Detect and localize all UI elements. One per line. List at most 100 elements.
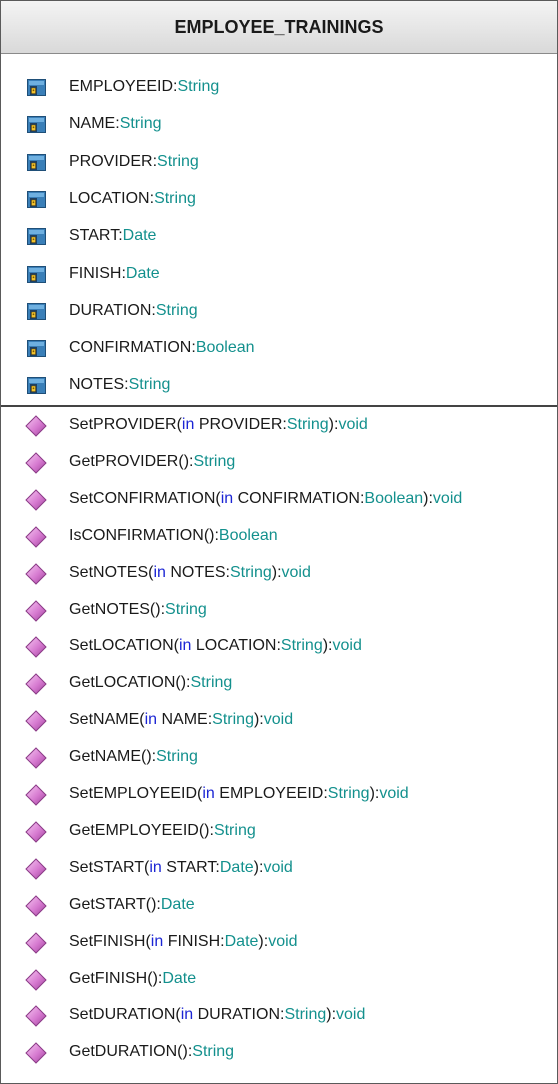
param-direction: in: [149, 858, 162, 876]
attribute-name: EMPLOYEEID: [69, 78, 174, 95]
public-method-icon: [25, 894, 47, 917]
public-method-icon: [25, 562, 47, 585]
attribute-text: EMPLOYEEID:String: [69, 69, 219, 105]
attribute-name: LOCATION: [69, 189, 150, 207]
public-method-icon: [25, 858, 47, 880]
operation-signature: SetDURATION(in DURATION:String):void: [69, 997, 365, 1033]
attribute-type: String: [177, 78, 220, 95]
attribute-row[interactable]: EMPLOYEEID:String: [1, 69, 557, 105]
return-type: String: [190, 674, 233, 692]
attribute-type: String: [157, 152, 199, 170]
operation-name: SetSTART: [69, 858, 144, 876]
param-direction: in: [181, 416, 195, 433]
attribute-text: PROVIDER:String: [69, 144, 199, 180]
operation-row[interactable]: SetLOCATION(in LOCATION:String):void: [1, 628, 557, 664]
uml-class-box[interactable]: EMPLOYEE_TRAININGS EMPLOYEEID:String NAME…: [0, 0, 558, 1084]
param-type: String: [286, 416, 329, 433]
operation-row[interactable]: SetFINISH(in FINISH:Date):void: [1, 924, 557, 960]
operation-row[interactable]: GetNAME():String: [1, 739, 557, 775]
attribute-row[interactable]: PROVIDER:String: [1, 144, 557, 180]
attribute-name: DURATION: [69, 301, 152, 319]
attribute-type: String: [155, 301, 198, 319]
operation-row[interactable]: GetSTART():Date: [1, 887, 557, 923]
param-type: String: [284, 1006, 327, 1024]
public-method-icon: [25, 931, 47, 954]
attribute-text: NOTES:String: [69, 367, 170, 403]
public-method-icon: [25, 710, 47, 732]
param-direction: in: [180, 1006, 194, 1024]
param-name: NAME: [161, 711, 208, 729]
private-field-icon: [27, 79, 46, 96]
operation-row[interactable]: GetDURATION():String: [1, 1034, 557, 1070]
public-method-icon: [25, 747, 47, 769]
public-method-icon: [25, 489, 47, 511]
operation-row[interactable]: SetSTART(in START:Date):void: [1, 850, 557, 886]
return-type: Boolean: [218, 526, 278, 544]
attribute-row[interactable]: START:Date: [1, 218, 557, 254]
param-direction: in: [178, 637, 192, 655]
public-method-icon: [25, 525, 47, 548]
private-field-icon: [27, 302, 46, 320]
return-type: String: [165, 600, 207, 618]
operation-row[interactable]: SetDURATION(in DURATION:String):void: [1, 997, 557, 1033]
param-direction: in: [153, 563, 166, 581]
class-name: EMPLOYEE_TRAININGS: [1, 1, 557, 54]
operation-signature: GetFINISH():Date: [69, 961, 196, 997]
private-field-icon: [27, 190, 46, 208]
return-type: void: [263, 711, 294, 729]
attribute-name: NAME: [69, 115, 116, 133]
param-type: String: [280, 637, 323, 655]
operation-row[interactable]: GetLOCATION():String: [1, 665, 557, 701]
private-field-icon: [27, 265, 46, 283]
public-method-icon: [25, 1005, 47, 1028]
operation-signature: GetSTART():Date: [69, 887, 195, 923]
operation-signature: GetPROVIDER():String: [69, 444, 235, 480]
attribute-row[interactable]: CONFIRMATION:Boolean: [1, 330, 557, 366]
return-type: void: [336, 1006, 366, 1024]
param-name: FINISH: [167, 932, 221, 950]
private-field-icon: [27, 153, 46, 171]
attribute-type: String: [154, 189, 196, 207]
operation-row[interactable]: GetPROVIDER():String: [1, 444, 557, 480]
attribute-type: Boolean: [195, 339, 255, 357]
operation-row[interactable]: SetPROVIDER(in PROVIDER:String):void: [1, 407, 557, 443]
operation-signature: SetSTART(in START:Date):void: [69, 850, 293, 886]
public-method-icon: [25, 784, 47, 806]
operation-signature: SetEMPLOYEEID(in EMPLOYEEID:String):void: [69, 776, 409, 812]
operation-row[interactable]: SetCONFIRMATION(in CONFIRMATION:Boolean)…: [1, 481, 557, 517]
public-method-icon: [25, 599, 47, 622]
operation-name: SetFINISH: [69, 932, 146, 950]
param-name: EMPLOYEEID: [219, 785, 324, 802]
return-type: void: [268, 932, 298, 950]
operation-signature: IsCONFIRMATION():Boolean: [69, 518, 278, 554]
attribute-row[interactable]: LOCATION:String: [1, 181, 557, 217]
attribute-row[interactable]: DURATION:String: [1, 293, 557, 329]
operation-row[interactable]: GetEMPLOYEEID():String: [1, 813, 557, 849]
operation-row[interactable]: GetFINISH():Date: [1, 961, 557, 997]
operation-signature: SetFINISH(in FINISH:Date):void: [69, 924, 298, 960]
attribute-type: Date: [125, 264, 160, 282]
operation-name: SetLOCATION: [69, 637, 174, 655]
attribute-row[interactable]: NAME:String: [1, 106, 557, 142]
operation-row[interactable]: GetNOTES():String: [1, 592, 557, 628]
operation-row[interactable]: IsCONFIRMATION():Boolean: [1, 518, 557, 554]
attribute-name: NOTES: [69, 376, 125, 394]
attribute-row[interactable]: FINISH:Date: [1, 256, 557, 292]
return-type: String: [156, 748, 198, 766]
private-field-icon: [27, 340, 46, 358]
public-method-icon: [25, 452, 47, 474]
operation-signature: SetLOCATION(in LOCATION:String):void: [69, 628, 362, 664]
attributes-compartment: EMPLOYEEID:String NAME:String PROVIDER:Str…: [1, 54, 557, 407]
operation-signature: GetNAME():String: [69, 739, 198, 775]
param-direction: in: [150, 932, 164, 950]
operation-name: GetSTART: [69, 895, 146, 913]
operation-row[interactable]: SetNOTES(in NOTES:String):void: [1, 555, 557, 591]
attribute-row[interactable]: NOTES:String: [1, 367, 557, 403]
param-name: PROVIDER: [198, 416, 283, 433]
return-type: String: [193, 452, 236, 470]
operation-row[interactable]: SetEMPLOYEEID(in EMPLOYEEID:String):void: [1, 776, 557, 812]
operation-signature: GetEMPLOYEEID():String: [69, 813, 256, 849]
operation-row[interactable]: SetNAME(in NAME:String):void: [1, 702, 557, 738]
operation-name: SetCONFIRMATION: [69, 489, 216, 507]
public-method-icon: [25, 1042, 47, 1065]
